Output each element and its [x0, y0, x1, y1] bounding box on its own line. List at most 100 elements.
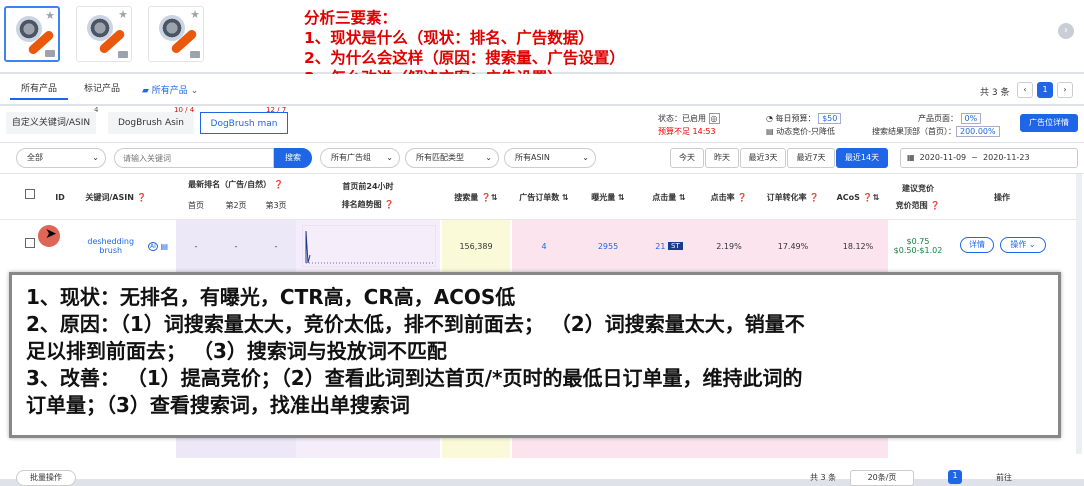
- pager-page-1[interactable]: 1: [1037, 82, 1053, 98]
- clicks[interactable]: 21 ST: [640, 220, 698, 272]
- sort-icon: ⇅: [491, 192, 498, 202]
- range-last7[interactable]: 最近7天: [787, 148, 835, 168]
- star-icon[interactable]: ★: [118, 8, 128, 21]
- search-volume: 156,389: [459, 241, 493, 251]
- col-clicks[interactable]: 点击量 ⇅: [640, 174, 698, 220]
- tab-marked-products[interactable]: 标记产品: [76, 78, 128, 100]
- folder-filter-label: 所有产品: [151, 86, 188, 96]
- page-size-select[interactable]: 20条/页: [850, 470, 914, 486]
- date-range-picker[interactable]: ▦ 2020-11-09 ~ 2020-11-23: [900, 148, 1078, 168]
- impressions[interactable]: 2955: [578, 220, 638, 272]
- st-badge[interactable]: ST: [668, 242, 683, 250]
- budget-warning: 预算不足 14:53: [658, 127, 716, 136]
- campaign-count: 4: [94, 106, 99, 114]
- col-cr[interactable]: 订单转化率 ❓: [760, 174, 826, 220]
- tab-all-products[interactable]: 所有产品: [10, 78, 68, 100]
- campaign-tab-man[interactable]: DogBrush man: [200, 112, 288, 134]
- detail-button[interactable]: 详情: [960, 237, 994, 253]
- keyword-search-input[interactable]: [114, 148, 274, 168]
- help-icon: ❓: [384, 199, 395, 209]
- campaign-count: 10 / 4: [174, 106, 195, 114]
- orders[interactable]: 4: [512, 220, 576, 272]
- range-yesterday[interactable]: 昨天: [705, 148, 739, 168]
- col-keyword[interactable]: 关键词/ASIN ❓: [76, 174, 156, 220]
- goto-label: 前往: [996, 473, 1012, 482]
- help-icon: ❓: [273, 179, 284, 189]
- rank-trend-chart[interactable]: [302, 225, 436, 267]
- campaign-tab-asin[interactable]: DogBrush Asin: [108, 112, 194, 134]
- pager-prev-button[interactable]: ‹: [1017, 82, 1033, 98]
- footer-total: 共 3 条: [810, 473, 837, 482]
- help-icon: ❓: [809, 192, 820, 202]
- rank-page2: -: [234, 241, 238, 251]
- next-arrow-icon[interactable]: ›: [1058, 23, 1074, 39]
- action-dropdown[interactable]: 操作 ⌄: [1000, 237, 1046, 253]
- col-impressions[interactable]: 曝光量 ⇅: [578, 174, 638, 220]
- settings-icon[interactable]: ◎: [708, 113, 720, 124]
- scrollbar[interactable]: [1076, 174, 1082, 454]
- chevron-down-icon: ⌄: [1028, 240, 1036, 249]
- range-last14[interactable]: 最近14天: [836, 148, 888, 168]
- help-icon: ❓: [862, 192, 873, 202]
- col-page3: 第3页: [265, 200, 287, 210]
- doc-icon[interactable]: ▤: [160, 242, 168, 251]
- asin-select[interactable]: 所有ASIN ⌄: [504, 148, 596, 168]
- chevron-down-icon: ⌄: [582, 153, 589, 162]
- annotation-line: 1、现状：无排名，有曝光，CTR高，CR高，ACOS低: [26, 285, 516, 309]
- mouse-pointer-icon: ➤: [45, 226, 57, 242]
- ad-group-select[interactable]: 所有广告组 ⌄: [320, 148, 400, 168]
- range-last3[interactable]: 最近3天: [740, 148, 786, 168]
- star-icon[interactable]: ★: [190, 8, 200, 21]
- rank-page3: -: [274, 241, 278, 251]
- keyword-link[interactable]: deshedding brush AI ▤: [76, 220, 168, 272]
- placement-detail-button[interactable]: 广告位详情: [1020, 114, 1078, 132]
- batch-action-button[interactable]: 批量操作: [16, 470, 76, 486]
- sort-icon: ⇅: [679, 192, 686, 202]
- star-icon[interactable]: ★: [45, 9, 55, 22]
- col-orders[interactable]: 广告订单数 ⇅: [512, 174, 576, 220]
- doc-icon: ▤: [766, 127, 774, 136]
- chevron-down-icon: ⌄: [92, 153, 99, 162]
- folder-icon[interactable]: [45, 50, 55, 57]
- folder-icon: ▰: [142, 86, 149, 96]
- folder-filter[interactable]: ▰ 所有产品 ⌄: [142, 83, 198, 96]
- pager-next-button[interactable]: ›: [1057, 82, 1073, 98]
- range-today[interactable]: 今天: [670, 148, 704, 168]
- col-bid: 建议竞价 竞价范围 ❓: [895, 184, 941, 210]
- ctr: 2.19%: [716, 241, 742, 251]
- col-acos[interactable]: ACoS ❓ ⇅: [828, 174, 888, 220]
- help-icon: ❓: [737, 192, 748, 202]
- folder-icon[interactable]: [190, 51, 200, 58]
- suggested-bid: $0.75: [906, 237, 930, 246]
- help-icon: ❓: [930, 201, 941, 210]
- status-state: 状态：已启用 ◎: [658, 113, 720, 124]
- col-trend-title: 首页前24小时: [342, 181, 394, 191]
- match-type-select[interactable]: 所有匹配类型 ⌄: [405, 148, 499, 168]
- sort-icon: ⇅: [872, 192, 880, 202]
- chevron-down-icon: ⌄: [386, 153, 393, 162]
- acos: 18.12%: [842, 241, 874, 251]
- annotation-line: 订单量；（3）查看搜索词，找准出单搜索词: [26, 393, 410, 417]
- pager-total: 共 3 条: [980, 88, 1010, 98]
- keyword-text[interactable]: deshedding brush: [76, 237, 145, 255]
- annotation-title: 分析三要素：: [304, 9, 398, 27]
- footer-page-1[interactable]: 1: [948, 470, 962, 484]
- product-thumb-1[interactable]: ★: [4, 6, 60, 62]
- help-icon[interactable]: ❓: [137, 193, 147, 202]
- chevron-down-icon: ⌄: [485, 153, 492, 162]
- col-trend-sub: 排名趋势图 ❓: [341, 199, 395, 209]
- folder-icon[interactable]: [118, 51, 128, 58]
- product-thumb-3[interactable]: ★: [148, 6, 204, 62]
- campaign-tab-custom[interactable]: 自定义关键词/ASIN: [6, 112, 96, 134]
- ai-icon[interactable]: AI: [148, 241, 158, 251]
- product-thumb-2[interactable]: ★: [76, 6, 132, 62]
- col-ctr[interactable]: 点击率 ❓: [700, 174, 758, 220]
- search-button[interactable]: 搜索: [274, 148, 312, 168]
- bid-cell: $0.75 $0.50-$1.02: [890, 220, 946, 272]
- select-all-checkbox[interactable]: [25, 189, 35, 199]
- status-filter-select[interactable]: 全部 ⌄: [16, 148, 106, 168]
- row-checkbox[interactable]: [25, 238, 35, 248]
- annotation-line: 2、为什么会这样（原因：搜索量、广告设置）: [304, 49, 625, 67]
- sort-icon: ⇅: [562, 192, 569, 202]
- col-search-volume[interactable]: 搜索量 ❓ ⇅: [442, 174, 510, 220]
